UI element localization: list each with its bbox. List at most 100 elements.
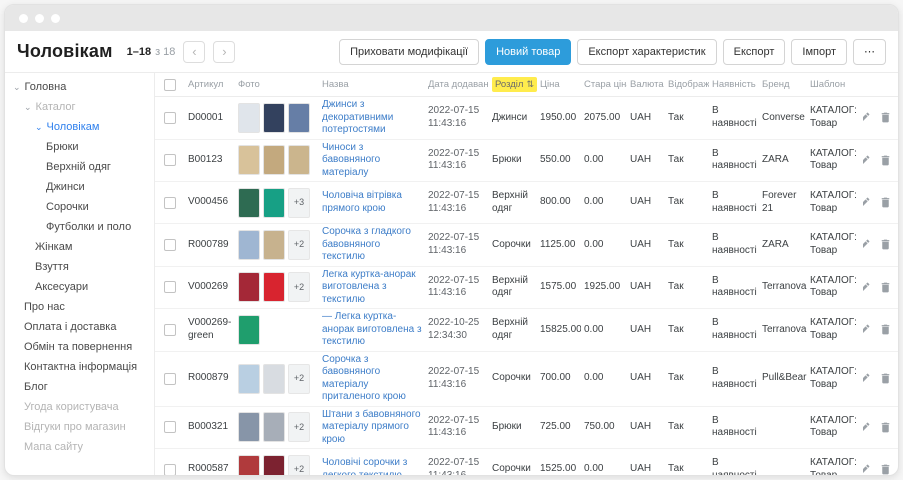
row-checkbox[interactable] — [164, 464, 176, 476]
row-checkbox[interactable] — [164, 373, 176, 385]
delete-icon[interactable] — [879, 372, 892, 385]
sidebar-item[interactable]: Угода користувача — [5, 397, 154, 417]
sidebar-item[interactable]: Мапа сайту — [5, 437, 154, 457]
sidebar-item[interactable]: Контактна інформація — [5, 357, 154, 377]
export-characteristics-button[interactable]: Експорт характеристик — [577, 39, 716, 65]
product-photo[interactable] — [238, 272, 260, 302]
delete-icon[interactable] — [879, 111, 892, 124]
column-header-7[interactable]: Валюта — [627, 79, 665, 90]
sidebar-item[interactable]: Аксесуари — [5, 277, 154, 297]
sidebar-item[interactable]: ⌄Чоловікам — [5, 117, 154, 137]
delete-icon[interactable] — [879, 323, 892, 336]
row-checkbox[interactable] — [164, 281, 176, 293]
delete-icon[interactable] — [879, 421, 892, 434]
product-photo[interactable] — [238, 145, 260, 175]
next-page-button[interactable]: › — [213, 41, 235, 63]
window-control-dot[interactable] — [35, 14, 44, 23]
edit-icon[interactable] — [863, 372, 871, 385]
more-photos-badge[interactable]: +2 — [288, 272, 310, 302]
product-name-link[interactable]: Джинси з декоративними потертостями — [319, 97, 425, 139]
product-photo[interactable] — [263, 230, 285, 260]
export-button[interactable]: Експорт — [723, 39, 786, 65]
product-photo[interactable] — [288, 145, 310, 175]
product-photo[interactable] — [238, 455, 260, 476]
import-button[interactable]: Імпорт — [791, 39, 847, 65]
window-control-dot[interactable] — [51, 14, 60, 23]
row-checkbox[interactable] — [164, 421, 176, 433]
edit-icon[interactable] — [863, 421, 871, 434]
sidebar-item[interactable]: Обмін та повернення — [5, 337, 154, 357]
sidebar-item[interactable]: Футболки и поло — [5, 217, 154, 237]
row-checkbox[interactable] — [164, 197, 176, 209]
column-header-2[interactable]: Назва — [319, 79, 425, 90]
column-header-6[interactable]: Стара ціна — [581, 79, 627, 90]
prev-page-button[interactable]: ‹ — [183, 41, 205, 63]
hide-modifications-button[interactable]: Приховати модифікації — [339, 39, 479, 65]
product-name-link[interactable]: Чоловічі сорочки з легкого текстилю — [319, 455, 425, 475]
more-actions-button[interactable]: ⋯ — [853, 39, 886, 65]
more-photos-badge[interactable]: +2 — [288, 364, 310, 394]
product-name-link[interactable]: Чиноси з бавовняного матеріалу — [319, 140, 425, 182]
product-photo[interactable] — [263, 145, 285, 175]
sidebar-item[interactable]: Верхній одяг — [5, 157, 154, 177]
product-photo[interactable] — [238, 364, 260, 394]
sidebar-item[interactable]: Блог — [5, 377, 154, 397]
window-control-dot[interactable] — [19, 14, 28, 23]
product-name-link[interactable]: Чоловіча вітрівка прямого крою — [319, 188, 425, 217]
sort-icon[interactable]: ⇅ — [526, 79, 534, 90]
sidebar-item[interactable]: Взуття — [5, 257, 154, 277]
product-photo[interactable] — [263, 272, 285, 302]
edit-icon[interactable] — [863, 463, 871, 475]
delete-icon[interactable] — [879, 238, 892, 251]
column-header-8[interactable]: Відображати — [665, 79, 709, 90]
row-checkbox[interactable] — [164, 239, 176, 251]
delete-icon[interactable] — [879, 281, 892, 294]
edit-icon[interactable] — [863, 323, 871, 336]
product-photo[interactable] — [263, 188, 285, 218]
edit-icon[interactable] — [863, 281, 871, 294]
column-header-11[interactable]: Шаблон — [807, 79, 863, 90]
more-photos-badge[interactable]: +2 — [288, 412, 310, 442]
sidebar-item[interactable]: ⌄Головна — [5, 77, 154, 97]
sidebar-item[interactable]: Джинси — [5, 177, 154, 197]
sidebar-item[interactable]: Відгуки про магазин — [5, 417, 154, 437]
more-photos-badge[interactable]: +2 — [288, 230, 310, 260]
new-product-button[interactable]: Новий товар — [485, 39, 571, 65]
edit-icon[interactable] — [863, 196, 871, 209]
column-header-4[interactable]: Розділ⇅ — [489, 77, 537, 92]
product-photo[interactable] — [238, 230, 260, 260]
column-header-10[interactable]: Бренд — [759, 79, 807, 90]
sidebar-item[interactable]: Оплата і доставка — [5, 317, 154, 337]
product-name-link[interactable]: Сорочка з бавовняного матеріалу притален… — [319, 352, 425, 406]
product-photo[interactable] — [263, 412, 285, 442]
column-header-3[interactable]: Дата додавання — [425, 79, 489, 90]
product-photo[interactable] — [288, 103, 310, 133]
product-photo[interactable] — [238, 315, 260, 345]
delete-icon[interactable] — [879, 463, 892, 475]
product-photo[interactable] — [263, 364, 285, 394]
sidebar-item[interactable]: Брюки — [5, 137, 154, 157]
product-name-link[interactable]: Сорочка з гладкого бавовняного текстилю — [319, 224, 425, 266]
edit-icon[interactable] — [863, 111, 871, 124]
row-checkbox[interactable] — [164, 154, 176, 166]
column-header-1[interactable]: Фото — [235, 79, 319, 90]
edit-icon[interactable] — [863, 154, 871, 167]
product-photo[interactable] — [263, 455, 285, 476]
edit-icon[interactable] — [863, 238, 871, 251]
column-header-0[interactable]: Артикул — [185, 79, 235, 90]
product-name-link[interactable]: Легка куртка-анорак виготовлена з тексти… — [319, 267, 425, 309]
sidebar-item[interactable]: Жінкам — [5, 237, 154, 257]
product-photo[interactable] — [238, 412, 260, 442]
column-header-5[interactable]: Ціна — [537, 79, 581, 90]
row-checkbox[interactable] — [164, 112, 176, 124]
product-photo[interactable] — [238, 103, 260, 133]
row-checkbox[interactable] — [164, 324, 176, 336]
product-name-link[interactable]: Штани з бавовняного матеріалу прямого кр… — [319, 407, 425, 449]
product-photo[interactable] — [238, 188, 260, 218]
product-photo[interactable] — [263, 103, 285, 133]
column-header-9[interactable]: Наявність — [709, 79, 759, 90]
product-name-link[interactable]: — Легка куртка-анорак виготовлена з текс… — [319, 309, 425, 351]
delete-icon[interactable] — [879, 196, 892, 209]
sidebar-item[interactable]: ⌄Каталог — [5, 97, 154, 117]
select-all-checkbox[interactable] — [164, 79, 176, 91]
